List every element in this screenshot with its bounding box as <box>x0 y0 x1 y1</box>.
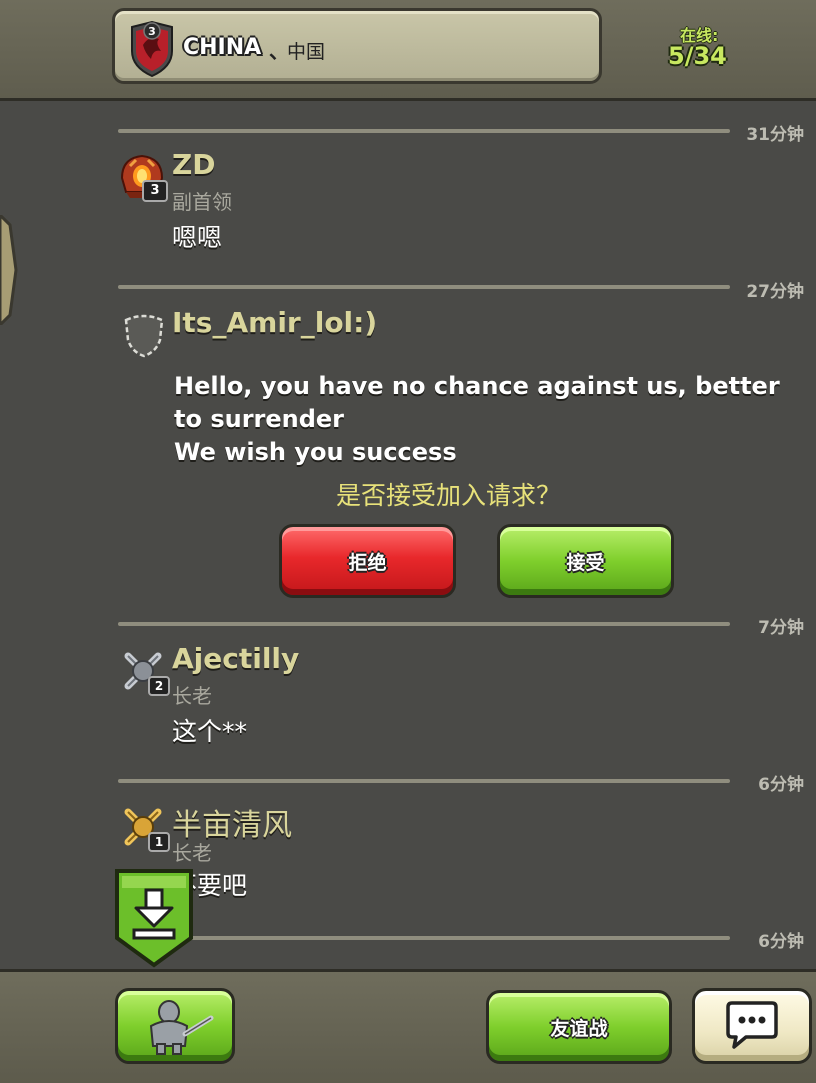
crossed-swords-gold-icon: 1 <box>120 804 170 854</box>
join-request-prompt: 是否接受加入请求？ <box>336 481 562 510</box>
member-role: 长老 <box>172 684 212 708</box>
scroll-to-bottom-button[interactable] <box>114 868 194 972</box>
accept-button-label: 接受 <box>566 551 605 574</box>
message-timestamp: 6分钟 <box>758 932 804 952</box>
message-text: 嗯嗯 <box>172 223 223 252</box>
clan-badge-icon: 3 <box>129 20 175 81</box>
crossed-swords-silver-icon: 2 <box>120 648 170 698</box>
message-line: to surrender <box>174 405 345 433</box>
message-line: Hello, you have no chance against us, be… <box>174 372 780 400</box>
clan-tag: 中国 <box>287 41 326 63</box>
member-role: 副首领 <box>172 190 232 214</box>
message-divider <box>118 779 730 783</box>
message-text: 这个** <box>172 717 248 746</box>
chat-bubble-icon <box>726 1001 778 1049</box>
message-divider <box>118 285 730 289</box>
clan-banner[interactable]: 3 CHINA 、 中国 <box>112 8 602 84</box>
message-line: We wish you success <box>174 438 457 466</box>
member-badge-level: 2 <box>148 676 170 696</box>
message-timestamp: 7分钟 <box>758 618 804 638</box>
message-timestamp: 31分钟 <box>746 125 804 145</box>
online-count: 5/34 <box>668 42 727 70</box>
red-helmet-icon: 3 <box>118 152 168 206</box>
reject-button[interactable]: 拒绝 <box>279 524 456 598</box>
chat-input-button[interactable] <box>692 988 812 1064</box>
clan-name: CHINA <box>183 35 262 60</box>
friendly-battle-button[interactable]: 友谊战 <box>486 990 672 1064</box>
message-divider <box>118 936 730 940</box>
barbarian-attack-icon <box>149 1000 214 1055</box>
message-timestamp: 27分钟 <box>746 282 804 302</box>
clan-level-text: 3 <box>148 25 156 38</box>
chat-header: 3 CHINA 、 中国 在线: 5/34 <box>0 0 816 101</box>
message-timestamp: 6分钟 <box>758 775 804 795</box>
member-username[interactable]: Ajectilly <box>172 642 299 675</box>
member-badge-level: 3 <box>142 180 168 202</box>
requester-username[interactable]: Its_Amir_lol:) <box>172 306 377 339</box>
reject-button-label: 拒绝 <box>348 551 387 574</box>
member-badge-level: 1 <box>148 832 170 852</box>
join-request-message: Hello, you have no chance against us, be… <box>174 370 799 469</box>
member-role: 长老 <box>172 841 212 865</box>
member-username[interactable]: ZD <box>172 148 216 181</box>
clan-separator: 、 <box>269 39 289 63</box>
accept-button[interactable]: 接受 <box>497 524 674 598</box>
side-tab-handle[interactable] <box>0 212 18 329</box>
attack-button[interactable] <box>115 988 235 1064</box>
friendly-battle-label: 友谊战 <box>550 1017 608 1040</box>
empty-shield-icon <box>122 312 166 362</box>
message-divider <box>118 622 730 626</box>
message-divider <box>118 129 730 133</box>
